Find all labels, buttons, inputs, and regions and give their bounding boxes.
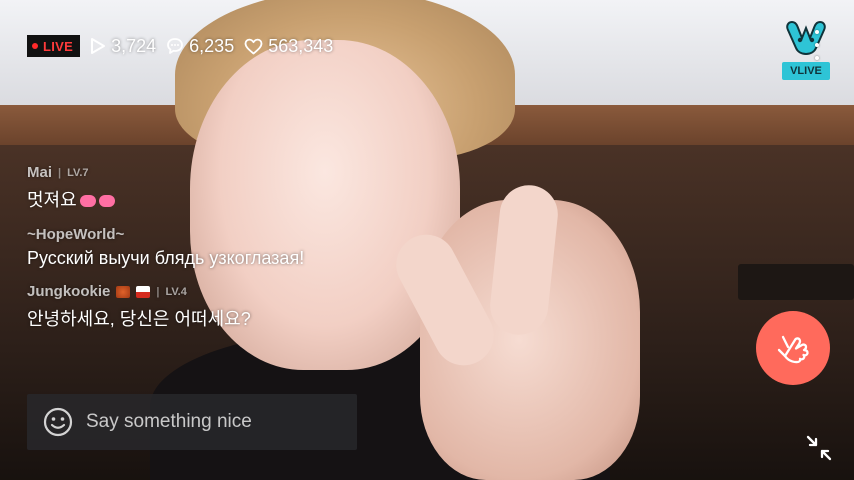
chat-list: Mai | LV.7 멋져요 ~HopeWorld~ Русский выучи… bbox=[27, 164, 447, 345]
smile-icon[interactable] bbox=[42, 406, 74, 438]
views-count: 3,724 bbox=[111, 35, 157, 56]
comments-count: 6,235 bbox=[189, 35, 235, 56]
chile-flag-icon bbox=[136, 285, 151, 298]
heart-icon bbox=[244, 38, 263, 54]
chat-message: Jungkookie | LV.4 안녕하세요, 당신은 어떠세요? bbox=[27, 283, 447, 331]
heart-emoji-icon bbox=[79, 195, 96, 208]
heart-emoji-icon bbox=[98, 195, 115, 208]
views-stat: 3,724 bbox=[90, 36, 156, 57]
stream-stats-bar: LIVE 3,724 6,235 563,343 bbox=[27, 34, 333, 58]
chat-username-row: ~HopeWorld~ bbox=[27, 226, 447, 243]
video-outlet bbox=[738, 264, 854, 300]
live-badge: LIVE bbox=[27, 35, 81, 57]
more-icon bbox=[815, 30, 819, 34]
vlive-logo-label: VLIVE bbox=[782, 62, 830, 80]
more-icon bbox=[815, 56, 819, 60]
more-options-button[interactable] bbox=[810, 30, 824, 60]
chat-message: ~HopeWorld~ Русский выучи блядь узкоглаз… bbox=[27, 226, 447, 269]
chat-text: Русский выучи блядь узкоглазая! bbox=[27, 248, 305, 268]
chat-text: 멋져요 bbox=[27, 186, 447, 212]
chat-input-box[interactable] bbox=[27, 394, 357, 450]
chat-level: LV.7 bbox=[67, 166, 89, 179]
chat-text-body: 멋져요 bbox=[27, 190, 77, 210]
more-icon bbox=[815, 43, 819, 47]
live-dot bbox=[32, 43, 38, 49]
live-badge-label: LIVE bbox=[43, 38, 74, 54]
chat-level: LV.4 bbox=[165, 285, 187, 298]
comment-icon bbox=[167, 38, 184, 54]
chat-text: 안녕하세요, 당신은 어떠세요? bbox=[27, 309, 251, 329]
chat-separator: | bbox=[58, 166, 62, 179]
finger-heart-icon bbox=[777, 335, 809, 364]
finger-heart-button[interactable] bbox=[756, 311, 830, 385]
comments-stat: 6,235 bbox=[166, 36, 234, 57]
chat-username: Jungkookie bbox=[27, 283, 111, 300]
emoji-icon bbox=[116, 285, 131, 298]
chat-separator: | bbox=[156, 285, 160, 298]
play-icon bbox=[91, 38, 106, 54]
chat-username: Mai bbox=[27, 164, 53, 181]
chat-username: ~HopeWorld~ bbox=[27, 226, 125, 243]
chat-input[interactable] bbox=[84, 410, 338, 434]
likes-stat: 563,343 bbox=[244, 36, 333, 57]
chat-message: Mai | LV.7 멋져요 bbox=[27, 164, 447, 212]
chat-username-row: Mai | LV.7 bbox=[27, 164, 447, 181]
likes-count: 563,343 bbox=[268, 35, 334, 56]
chat-username-row: Jungkookie | LV.4 bbox=[27, 283, 447, 300]
collapse-icon[interactable] bbox=[804, 433, 834, 463]
